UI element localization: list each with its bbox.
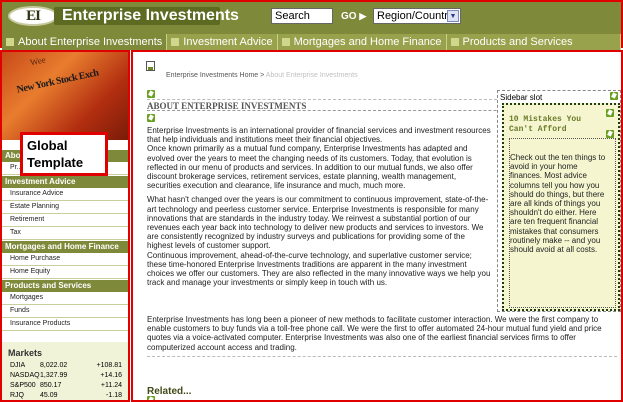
region-select[interactable]: Region/Country ▼: [373, 8, 461, 24]
tab-label: Investment Advice: [183, 36, 273, 48]
tab-label: Mortgages and Home Finance: [293, 36, 442, 48]
edit-icon[interactable]: [610, 92, 618, 100]
region-select-value: Region/Country: [377, 10, 454, 22]
site-header: EI Enterprise Investments GO ▶ Region/Co…: [0, 0, 623, 50]
market-row: RJQ 45.09 -1.18: [10, 392, 122, 399]
photo-sign: New York Stock Exch: [15, 67, 100, 96]
main-content: Enterprise Investments Home > About Ente…: [131, 50, 623, 402]
logo-text: EI: [26, 7, 41, 24]
sidebar-slot: Sidebar slot 10 Mistakes You Can't Affor…: [497, 90, 621, 312]
go-label: GO: [341, 11, 357, 22]
search-input[interactable]: [271, 8, 333, 24]
tab-products[interactable]: Products and Services: [446, 34, 621, 50]
sidebar-item-retirement[interactable]: Retirement: [2, 214, 128, 227]
breadcrumb-home[interactable]: Enterprise Investments Home: [166, 72, 258, 79]
square-bullet-icon: [171, 38, 180, 46]
photo-sign-top: Wee: [29, 54, 47, 68]
markets-title: Markets: [8, 348, 43, 358]
sidebar-head-mortgages[interactable]: Mortgages and Home Finance: [2, 241, 128, 253]
divider: [147, 356, 617, 357]
edit-icon[interactable]: [147, 114, 155, 122]
paragraph: Enterprise Investments is an internation…: [147, 126, 491, 191]
tab-mortgages[interactable]: Mortgages and Home Finance: [277, 34, 447, 50]
tab-about[interactable]: About Enterprise Investments: [2, 34, 168, 50]
sidebar-head-products[interactable]: Products and Services: [2, 280, 128, 292]
brand-name: Enterprise Investments: [62, 7, 239, 24]
sidebar-item-home-purchase[interactable]: Home Purchase: [2, 253, 128, 266]
edit-icon[interactable]: [606, 130, 614, 138]
go-button[interactable]: GO ▶: [341, 11, 366, 22]
markets-panel: Markets DJIA 8,022.02 +108.81 NASDAQ 1,327.…: [2, 342, 128, 400]
promo-card-text: Check out the ten things to avoid in you…: [510, 153, 606, 255]
chevron-down-icon[interactable]: ▼: [447, 10, 459, 22]
stock-exchange-photo: Wee New York Stock Exch: [2, 52, 128, 140]
page-icon: [146, 61, 155, 71]
edit-icon[interactable]: [606, 109, 614, 117]
edit-icon[interactable]: [147, 90, 155, 98]
sidebar-item-tax[interactable]: Tax: [2, 227, 128, 240]
breadcrumb: Enterprise Investments Home > About Ente…: [166, 72, 358, 79]
edit-icon[interactable]: [147, 396, 155, 400]
body-text-wide: Enterprise Investments has long been a p…: [147, 315, 602, 352]
main-nav: About Enterprise Investments Investment …: [2, 34, 621, 50]
sidebar-item-funds[interactable]: Funds: [2, 305, 128, 318]
square-bullet-icon: [281, 38, 290, 46]
body-text: Enterprise Investments is an internation…: [147, 126, 492, 292]
go-arrow-icon: ▶: [359, 11, 367, 21]
sidebar-slot-title: Sidebar slot: [500, 93, 543, 102]
tab-label: Products and Services: [462, 36, 573, 48]
tab-investment-advice[interactable]: Investment Advice: [167, 34, 278, 50]
paragraph: What hasn't changed over the years is ou…: [147, 195, 491, 288]
left-sidebar: Wee New York Stock Exch Global Template …: [0, 50, 130, 402]
sidebar-item-insurance-advice[interactable]: Insurance Advice: [2, 188, 128, 201]
sidebar-item-home-equity[interactable]: Home Equity: [2, 266, 128, 279]
sidebar-item-estate-planning[interactable]: Estate Planning: [2, 201, 128, 214]
sidebar-item-mortgages[interactable]: Mortgages: [2, 292, 128, 305]
square-bullet-icon: [6, 38, 14, 46]
sidebar-head-investment-advice[interactable]: Investment Advice: [2, 176, 128, 188]
global-template-label: Global Template: [20, 132, 108, 176]
promo-card-title[interactable]: 10 Mistakes You Can't Afford: [509, 115, 607, 135]
breadcrumb-current: About Enterprise Investments: [265, 72, 358, 79]
promo-card[interactable]: 10 Mistakes You Can't Afford Check out t…: [502, 103, 620, 311]
square-bullet-icon: [450, 38, 459, 46]
tab-label: About Enterprise Investments: [18, 36, 163, 48]
sidebar-item-insurance-products[interactable]: Insurance Products: [2, 318, 128, 331]
logo[interactable]: EI: [8, 6, 58, 26]
breadcrumb-separator: >: [258, 72, 266, 79]
